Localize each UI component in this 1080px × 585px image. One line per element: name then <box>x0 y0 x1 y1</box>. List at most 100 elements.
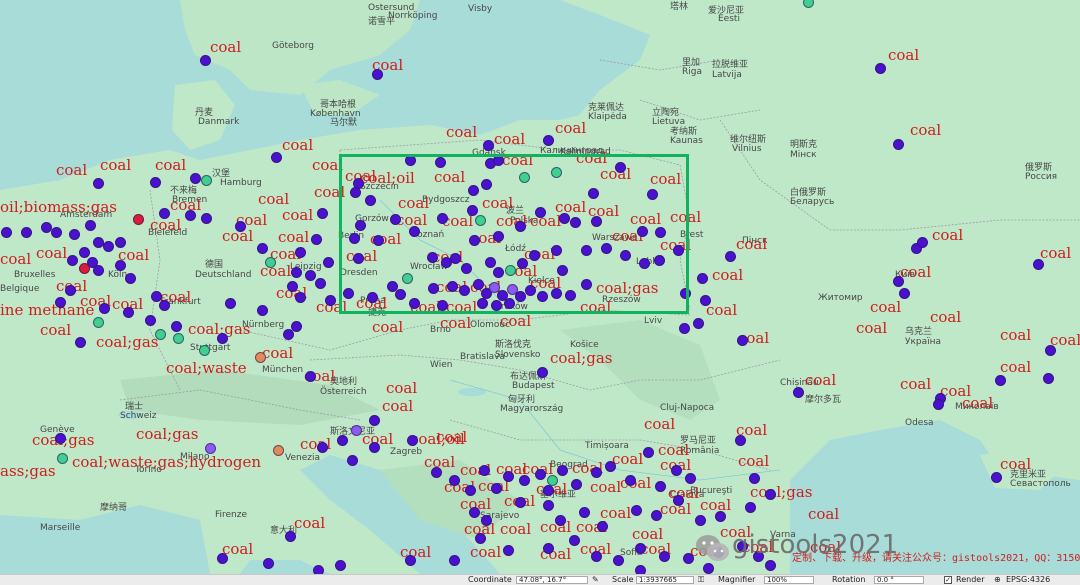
power-plant-marker[interactable] <box>1044 344 1056 356</box>
power-plant-marker[interactable] <box>114 236 126 248</box>
power-plant-marker[interactable] <box>624 474 636 486</box>
power-plant-marker[interactable] <box>542 134 554 146</box>
power-plant-marker[interactable] <box>482 139 494 151</box>
power-plant-marker[interactable] <box>1042 372 1054 384</box>
power-plant-marker[interactable] <box>634 542 646 554</box>
power-plant-marker[interactable] <box>724 250 736 262</box>
render-checkbox[interactable]: ✓ <box>944 576 952 584</box>
power-plant-marker[interactable] <box>272 444 284 456</box>
power-plant-marker[interactable] <box>542 484 554 496</box>
power-plant-marker[interactable] <box>694 514 706 526</box>
power-plant-marker[interactable] <box>199 54 211 66</box>
power-plant-marker[interactable] <box>336 434 348 446</box>
power-plant-marker[interactable] <box>630 504 642 516</box>
power-plant-marker[interactable] <box>264 256 276 268</box>
power-plant-marker[interactable] <box>554 514 566 526</box>
power-plant-marker[interactable] <box>990 471 1002 483</box>
power-plant-marker[interactable] <box>684 472 696 484</box>
power-plant-marker[interactable] <box>294 246 306 258</box>
power-plant-marker[interactable] <box>84 219 96 231</box>
power-plant-marker[interactable] <box>322 256 334 268</box>
power-plant-marker[interactable] <box>314 277 326 289</box>
power-plant-marker[interactable] <box>892 275 904 287</box>
power-plant-marker[interactable] <box>256 304 268 316</box>
power-plant-marker[interactable] <box>54 432 66 444</box>
power-plant-marker[interactable] <box>74 336 86 348</box>
power-plant-marker[interactable] <box>172 332 184 344</box>
power-plant-marker[interactable] <box>654 480 666 492</box>
power-plant-marker[interactable] <box>556 464 568 476</box>
power-plant-marker[interactable] <box>234 220 246 232</box>
power-plant-marker[interactable] <box>678 322 690 334</box>
power-plant-marker[interactable] <box>994 374 1006 386</box>
power-plant-marker[interactable] <box>1032 258 1044 270</box>
power-plant-marker[interactable] <box>198 344 210 356</box>
power-plant-marker[interactable] <box>534 468 546 480</box>
power-plant-marker[interactable] <box>792 386 804 398</box>
power-plant-marker[interactable] <box>546 474 558 486</box>
rotation-field[interactable]: 0.0 ° <box>874 576 924 584</box>
power-plant-marker[interactable] <box>189 172 201 184</box>
power-plant-marker[interactable] <box>518 474 530 486</box>
power-plant-marker[interactable] <box>570 478 582 490</box>
map-canvas[interactable]: 爱沙尼亚 塔林 Eesti Ostersund Norrköping Visby Göteb… <box>0 0 1080 574</box>
power-plant-marker[interactable] <box>270 151 282 163</box>
power-plant-marker[interactable] <box>78 262 90 274</box>
power-plant-marker[interactable] <box>634 564 646 574</box>
power-plant-marker[interactable] <box>122 306 134 318</box>
selection-rectangle[interactable] <box>339 154 689 314</box>
power-plant-marker[interactable] <box>916 236 928 248</box>
power-plant-marker[interactable] <box>764 488 776 500</box>
power-plant-marker[interactable] <box>542 499 554 511</box>
power-plant-marker[interactable] <box>932 398 944 410</box>
power-plant-marker[interactable] <box>132 213 144 225</box>
power-plant-marker[interactable] <box>892 138 904 150</box>
power-plant-marker[interactable] <box>158 207 170 219</box>
power-plant-marker[interactable] <box>464 484 476 496</box>
power-plant-marker[interactable] <box>368 441 380 453</box>
power-plant-marker[interactable] <box>542 542 554 554</box>
power-plant-marker[interactable] <box>224 297 236 309</box>
power-plant-marker[interactable] <box>368 414 380 426</box>
power-plant-marker[interactable] <box>92 236 104 248</box>
power-plant-marker[interactable] <box>56 452 68 464</box>
power-plant-marker[interactable] <box>324 294 336 306</box>
power-plant-marker[interactable] <box>736 334 748 346</box>
power-plant-marker[interactable] <box>114 259 126 271</box>
power-plant-marker[interactable] <box>286 280 298 292</box>
power-plant-marker[interactable] <box>0 226 12 238</box>
power-plant-marker[interactable] <box>480 514 492 526</box>
power-plant-marker[interactable] <box>294 291 306 303</box>
power-plant-marker[interactable] <box>448 474 460 486</box>
power-plant-marker[interactable] <box>204 442 216 454</box>
power-plant-marker[interactable] <box>50 226 62 238</box>
power-plant-marker[interactable] <box>744 501 756 513</box>
power-plant-marker[interactable] <box>254 351 266 363</box>
power-plant-marker[interactable] <box>92 264 104 276</box>
power-plant-marker[interactable] <box>802 0 814 8</box>
power-plant-marker[interactable] <box>54 296 66 308</box>
power-plant-marker[interactable] <box>92 177 104 189</box>
power-plant-marker[interactable] <box>262 557 274 569</box>
power-plant-marker[interactable] <box>149 176 161 188</box>
power-plant-marker[interactable] <box>536 366 548 378</box>
power-plant-marker[interactable] <box>64 284 76 296</box>
power-plant-marker[interactable] <box>290 320 302 332</box>
power-plant-marker[interactable] <box>748 472 760 484</box>
power-plant-marker[interactable] <box>699 294 711 306</box>
power-plant-marker[interactable] <box>66 254 78 266</box>
power-plant-marker[interactable] <box>590 550 602 562</box>
power-plant-marker[interactable] <box>371 68 383 80</box>
power-plant-marker[interactable] <box>874 62 886 74</box>
power-plant-marker[interactable] <box>404 554 416 566</box>
power-plant-marker[interactable] <box>40 221 52 233</box>
coordinate-field[interactable]: 47.08°, 16.7° <box>516 576 588 584</box>
power-plant-marker[interactable] <box>468 506 480 518</box>
power-plant-marker[interactable] <box>612 554 624 566</box>
power-plant-marker[interactable] <box>150 290 162 302</box>
power-plant-marker[interactable] <box>144 314 156 326</box>
power-plant-marker[interactable] <box>650 509 662 521</box>
power-plant-marker[interactable] <box>216 332 228 344</box>
power-plant-marker[interactable] <box>312 564 324 574</box>
power-plant-marker[interactable] <box>68 228 80 240</box>
